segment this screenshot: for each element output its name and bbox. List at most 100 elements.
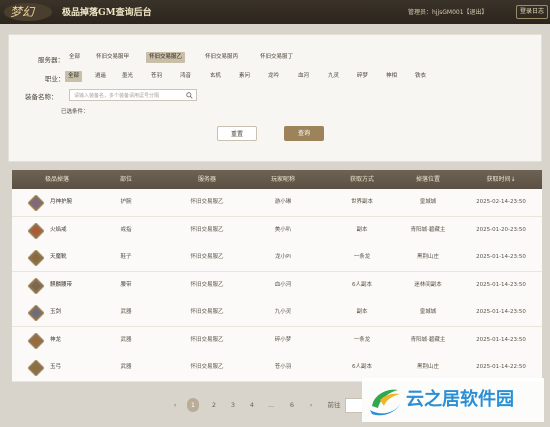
item-name: 天魔靴 [50, 254, 67, 260]
class-option-all[interactable]: 全部 [65, 71, 83, 82]
item-server: 怀旧交易服乙 [190, 309, 224, 315]
item-server: 怀旧交易服乙 [190, 364, 224, 370]
acquire-method: 世界副本 [350, 199, 373, 205]
system-title: 极品掉落GM查询后台 [62, 8, 152, 18]
class-option-xuehe[interactable]: 血河 [295, 71, 312, 82]
item-search-placeholder: 请输入装备名，多个装备请用逗号分隔 [74, 93, 160, 99]
item-name: 玉弓 [50, 364, 62, 370]
table-row[interactable]: 火焰戒 戒指 怀旧交易服乙 美小叭 副本 青阳城·碧藏主 2025-01-20-23:50 [12, 217, 542, 245]
server-label: 服务器： [38, 56, 64, 64]
class-label: 职业： [45, 75, 65, 83]
item-name: 玉剑 [50, 309, 62, 315]
item-server: 怀旧交易服乙 [190, 226, 224, 233]
reset-button[interactable]: 重置 [217, 126, 257, 141]
acquire-method: 副本 [356, 309, 368, 315]
acquire-time: 2025-01-14-23:50 [476, 309, 526, 315]
class-option-jiuling[interactable]: 九灵 [325, 71, 342, 82]
item-server: 怀旧交易服乙 [190, 281, 224, 288]
prev-page-button[interactable]: ‹ [170, 398, 180, 412]
login-log-button[interactable]: 登录日志 [516, 5, 548, 19]
item-name-label: 装备名称： [25, 93, 58, 101]
item-icon [28, 332, 44, 349]
item-search-input[interactable]: 请输入装备名，多个装备请用逗号分隔 [69, 89, 197, 101]
player-nickname: 游小琳 [274, 199, 292, 205]
class-option-tieyi[interactable]: 铁衣 [412, 71, 429, 82]
page-6-button[interactable]: 6 [286, 398, 298, 412]
header-time-sort[interactable]: 获取时间↓ [466, 170, 536, 189]
table-body: 月神护腕 护腕 怀旧交易服乙 游小琳 世界副本 皇城城 2025-02-14-23:50 火焰… [12, 189, 542, 382]
item-icon [28, 222, 44, 239]
watermark-text: 云之居软件园 [406, 389, 514, 410]
server-option-ding[interactable]: 怀旧交易服丁 [257, 52, 296, 63]
filter-panel: 服务器： 全部 怀旧交易服甲 怀旧交易服乙 怀旧交易服丙 怀旧交易服丁 职业： … [8, 34, 542, 162]
server-option-jia[interactable]: 怀旧交易服甲 [93, 52, 132, 63]
item-slot: 腰带 [120, 281, 132, 288]
top-bar: 梦幻 极品掉落GM查询后台 管理员：hjjsGM001【退出】 登录日志 [0, 0, 550, 24]
header-location: 掉落位置 [415, 176, 440, 183]
table-row[interactable]: 月神护腕 护腕 怀旧交易服乙 游小琳 世界副本 皇城城 2025-02-14-23:50 [12, 189, 542, 217]
item-slot: 武器 [120, 336, 132, 343]
item-slot: 武器 [120, 309, 132, 315]
player-nickname: 血小河 [274, 281, 292, 288]
class-option-moguang[interactable]: 墨光 [119, 71, 136, 82]
drop-location: 皇城城 [419, 199, 437, 205]
goto-page-input[interactable] [345, 398, 363, 413]
server-option-all[interactable]: 全部 [66, 52, 83, 63]
player-nickname: 龙小Pi [275, 254, 291, 260]
acquire-time: 2025-01-14-23:50 [476, 281, 526, 288]
user-info[interactable]: 管理员：hjjsGM001【退出】 [408, 7, 488, 16]
player-nickname: 碎小梦 [274, 336, 292, 343]
class-option-xiaoyao[interactable]: 逍遥 [92, 71, 109, 82]
table-row[interactable]: 玉剑 武器 怀旧交易服乙 九小灵 副本 皇城城 2025-01-14-23:50 [12, 299, 542, 327]
class-option-xuanji[interactable]: 玄机 [207, 71, 224, 82]
drop-location: 迷林间副本 [414, 281, 442, 288]
drop-location: 黑荆山庄 [416, 254, 439, 260]
page-1-button[interactable]: 1 [187, 398, 199, 412]
server-option-bing[interactable]: 怀旧交易服丙 [202, 52, 241, 63]
header-player: 玩家昵称 [270, 176, 295, 183]
item-slot: 鞋子 [120, 254, 132, 260]
acquire-time: 2025-01-14-22:50 [476, 364, 526, 370]
table-row[interactable]: 麒麟腰带 腰带 怀旧交易服乙 血小河 6人副本 迷林间副本 2025-01-14-23:50 [12, 272, 542, 300]
item-name: 火焰戒 [50, 226, 67, 233]
class-option-cangyu[interactable]: 苍羽 [148, 71, 165, 82]
item-icon [28, 277, 44, 294]
page-2-button[interactable]: 2 [208, 398, 220, 412]
header-slot: 部位 [119, 176, 132, 183]
next-page-button[interactable]: › [306, 398, 316, 412]
table-row[interactable]: 神龙 武器 怀旧交易服乙 碎小梦 一条龙 青阳城·碧藏主 2025-01-14-23:50 [12, 327, 542, 355]
item-server: 怀旧交易服乙 [190, 199, 224, 205]
search-icon[interactable] [186, 92, 193, 99]
item-slot: 武器 [120, 364, 132, 370]
item-name: 神龙 [50, 336, 62, 343]
item-slot: 戒指 [120, 226, 132, 233]
class-option-hongyin[interactable]: 鸿音 [177, 71, 194, 82]
header-item: 极品掉落 [44, 176, 69, 183]
item-icon [28, 360, 44, 376]
player-nickname: 九小灵 [274, 309, 292, 315]
svg-text:梦幻: 梦幻 [10, 5, 36, 19]
class-option-longyin[interactable]: 龙吟 [265, 71, 282, 82]
class-option-shenxiang[interactable]: 神相 [383, 71, 400, 82]
class-option-suimeng[interactable]: 碎梦 [354, 71, 371, 82]
player-nickname: 苍小羽 [274, 364, 292, 370]
acquire-method: 6人副本 [352, 364, 372, 370]
watermark-logo-icon [370, 389, 400, 416]
query-button[interactable]: 查询 [284, 126, 324, 141]
class-option-suwen[interactable]: 素问 [236, 71, 253, 82]
server-option-yi[interactable]: 怀旧交易服乙 [146, 52, 186, 63]
acquire-time: 2025-01-20-23:50 [476, 226, 526, 233]
table-row[interactable]: 天魔靴 鞋子 怀旧交易服乙 龙小Pi 一条龙 黑荆山庄 2025-01-14-23:50 [12, 244, 542, 272]
drop-location: 黑荆山庄 [416, 364, 439, 370]
item-name: 月神护腕 [50, 199, 73, 205]
acquire-time: 2025-02-14-23:50 [476, 199, 526, 205]
page-3-button[interactable]: 3 [227, 398, 239, 412]
results-table: 极品掉落 部位 服务器 玩家昵称 获取方式 掉落位置 获取时间↓ 月神护腕 护腕怀… [12, 170, 542, 382]
header-method: 获取方式 [349, 176, 374, 183]
player-nickname: 美小叭 [274, 226, 292, 233]
item-icon [28, 305, 44, 321]
table-header: 极品掉落 部位 服务器 玩家昵称 获取方式 掉落位置 获取时间↓ [12, 170, 542, 189]
item-icon [28, 195, 44, 211]
page-4-button[interactable]: 4 [246, 398, 258, 412]
page-ellipsis: ... [267, 401, 275, 409]
